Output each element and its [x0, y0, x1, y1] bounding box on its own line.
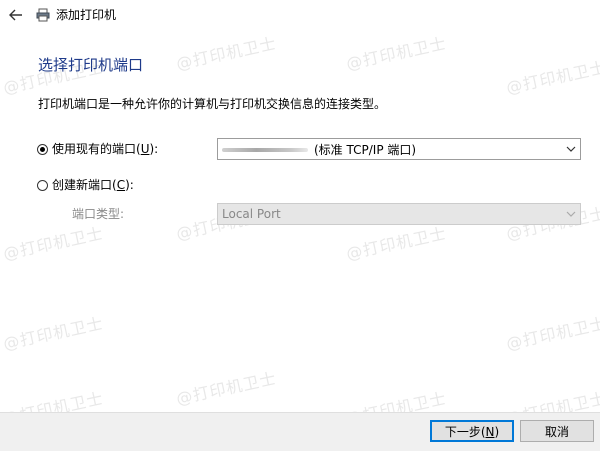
existing-port-value: (标准 TCP/IP 端口) — [218, 141, 562, 158]
watermark-text: @打印机卫士 — [174, 33, 279, 74]
port-type-value: Local Port — [222, 207, 281, 221]
redacted-port-name — [222, 148, 308, 152]
watermark-text: @打印机卫士 — [1, 313, 106, 354]
existing-port-radio-row[interactable]: 使用现有的端口(U): — [37, 141, 158, 157]
page-heading: 选择打印机端口 — [38, 56, 144, 74]
watermark-text: @打印机卫士 — [344, 223, 449, 264]
title-bar: 添加打印机 — [0, 0, 600, 30]
port-type-label: 端口类型: — [72, 207, 125, 221]
back-button[interactable] — [6, 5, 26, 25]
chevron-down-icon — [562, 139, 580, 159]
existing-port-radio[interactable] — [37, 143, 48, 155]
new-port-label: 创建新端口(C): — [52, 178, 134, 192]
watermark-text: @打印机卫士 — [174, 368, 279, 409]
next-button[interactable]: 下一步(N) — [430, 420, 514, 442]
watermark-text: @打印机卫士 — [344, 33, 449, 74]
new-port-radio[interactable] — [37, 179, 48, 191]
existing-port-select[interactable]: (标准 TCP/IP 端口) — [217, 138, 581, 160]
existing-port-label: 使用现有的端口(U): — [52, 142, 159, 156]
back-arrow-icon — [9, 9, 22, 21]
port-type-select: Local Port — [217, 203, 581, 225]
watermark-text: @打印机卫士 — [1, 223, 106, 264]
watermark-text: @打印机卫士 — [504, 313, 600, 354]
cancel-button[interactable]: 取消 — [520, 420, 594, 442]
window-title: 添加打印机 — [56, 8, 117, 22]
new-port-radio-row[interactable]: 创建新端口(C): — [37, 177, 134, 193]
chevron-down-icon — [562, 204, 580, 224]
page-description: 打印机端口是一种允许你的计算机与打印机交换信息的连接类型。 — [38, 97, 387, 111]
printer-icon — [36, 8, 50, 22]
next-button-label: 下一步(N) — [444, 424, 500, 439]
watermark-text: @打印机卫士 — [504, 57, 600, 98]
